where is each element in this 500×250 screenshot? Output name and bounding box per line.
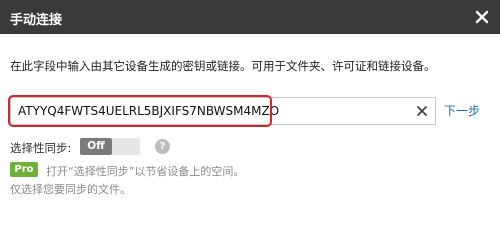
selective-sync-toggle[interactable]: Off (80, 138, 140, 155)
toggle-state-text: Off (87, 140, 105, 152)
selective-sync-label: 选择性同步: (10, 141, 72, 155)
next-step-link[interactable]: 下一步 (444, 102, 480, 119)
close-icon (475, 10, 489, 24)
manual-connect-dialog: 手动连接 在此字段中输入由其它设备生成的密钥或链接。可用于文件夹、许可证和链接设… (0, 0, 500, 250)
close-icon (417, 106, 427, 116)
pro-note-line2: 仅选择您要同步的文件。 (10, 183, 131, 196)
key-input[interactable] (18, 101, 408, 121)
pro-note-line1: 打开“选择性同步”以节省设备上的空间。 (46, 165, 245, 178)
key-input-container (10, 97, 436, 125)
toggle-knob: Off (80, 138, 112, 155)
instruction-text: 在此字段中输入由其它设备生成的密钥或链接。可用于文件夹、许可证和链接设备。 (10, 59, 436, 73)
clear-input-button[interactable] (413, 102, 431, 120)
dialog-title: 手动连接 (10, 13, 63, 28)
pro-badge: Pro (10, 162, 38, 177)
title-bar: 手动连接 (0, 0, 500, 34)
question-icon[interactable]: ? (155, 139, 170, 154)
close-button[interactable] (470, 5, 494, 29)
